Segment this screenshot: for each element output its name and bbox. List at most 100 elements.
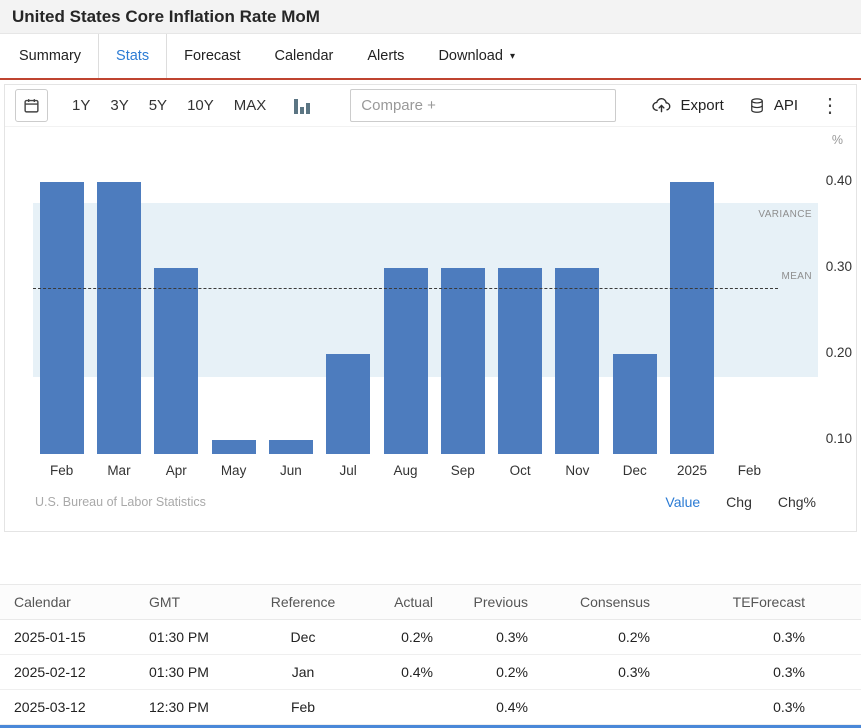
tab-forecast[interactable]: Forecast xyxy=(167,34,257,78)
chart-toolbar: 1Y 3Y 5Y 10Y MAX Export xyxy=(5,85,856,127)
table-cell-consensus: 0.3% xyxy=(536,655,658,690)
table-cell-gmt: 01:30 PM xyxy=(141,655,258,690)
bar-jun[interactable] xyxy=(269,440,313,454)
variance-label: VARIANCE xyxy=(758,209,812,220)
chart-type-button[interactable] xyxy=(290,98,314,114)
tab-stats[interactable]: Stats xyxy=(98,34,167,78)
database-icon xyxy=(748,97,766,115)
bar-2025[interactable] xyxy=(670,182,714,454)
bar-may[interactable] xyxy=(212,440,256,454)
y-tick-label: 0.40 xyxy=(802,173,852,188)
y-tick-label: 0.10 xyxy=(802,431,852,446)
bar-apr[interactable] xyxy=(154,268,198,454)
tab-download-label: Download xyxy=(438,48,503,64)
tab-bar: Summary Stats Forecast Calendar Alerts D… xyxy=(0,34,861,80)
x-tick-label: Apr xyxy=(148,463,205,478)
calendar-table-body: 2025-01-1501:30 PMDec0.2%0.3%0.2%0.3%202… xyxy=(0,620,861,725)
range-button-10y[interactable]: 10Y xyxy=(177,97,224,114)
mean-line xyxy=(33,288,778,289)
api-button[interactable]: API xyxy=(736,97,810,115)
range-button-1y[interactable]: 1Y xyxy=(62,97,100,114)
column-header-teforecast: TEForecast xyxy=(658,585,861,620)
y-tick-label: 0.20 xyxy=(802,345,852,360)
table-cell-consensus: 0.2% xyxy=(536,620,658,655)
x-tick-label: Dec xyxy=(606,463,663,478)
tab-calendar[interactable]: Calendar xyxy=(258,34,351,78)
column-header-reference: Reference xyxy=(258,585,348,620)
x-tick-label: Jul xyxy=(320,463,377,478)
table-cell-teforecast: 0.3% xyxy=(658,690,861,725)
table-cell-reference: Jan xyxy=(258,655,348,690)
x-tick-label: May xyxy=(205,463,262,478)
x-tick-label: Sep xyxy=(434,463,491,478)
calendar-table: CalendarGMTReferenceActualPreviousConsen… xyxy=(0,584,861,725)
bar-oct[interactable] xyxy=(498,268,542,454)
x-tick-label: Mar xyxy=(90,463,147,478)
x-tick-label: Nov xyxy=(549,463,606,478)
cloud-upload-icon xyxy=(651,95,672,116)
chart-source: U.S. Bureau of Labor Statistics xyxy=(35,495,206,509)
column-header-consensus: Consensus xyxy=(536,585,658,620)
table-cell-previous: 0.3% xyxy=(441,620,536,655)
kebab-menu-icon: ⋮ xyxy=(820,95,840,117)
y-axis-unit: % xyxy=(793,133,843,147)
bar-aug[interactable] xyxy=(384,268,428,454)
table-cell-actual: 0.4% xyxy=(348,655,441,690)
chevron-down-icon: ▾ xyxy=(510,51,515,62)
bar-dec[interactable] xyxy=(613,354,657,454)
mode-chg[interactable]: Chg xyxy=(726,494,752,510)
table-cell-previous: 0.4% xyxy=(441,690,536,725)
plot-area xyxy=(33,149,778,454)
x-tick-label: Jun xyxy=(262,463,319,478)
range-button-3y[interactable]: 3Y xyxy=(100,97,138,114)
date-range-picker-button[interactable] xyxy=(15,89,48,122)
chart: % VARIANCE MEAN U.S. Bureau of Labor Sta… xyxy=(5,139,856,523)
table-cell-consensus xyxy=(536,690,658,725)
page-title: United States Core Inflation Rate MoM xyxy=(12,7,320,27)
export-label: Export xyxy=(680,97,723,114)
compare-input[interactable] xyxy=(350,89,616,122)
table-row[interactable]: 2025-02-1201:30 PMJan0.4%0.2%0.3%0.3% xyxy=(0,655,861,690)
table-header-row: CalendarGMTReferenceActualPreviousConsen… xyxy=(0,585,861,620)
bar-feb[interactable] xyxy=(40,182,84,454)
table-cell-gmt: 12:30 PM xyxy=(141,690,258,725)
range-button-max[interactable]: MAX xyxy=(224,97,277,114)
x-tick-label: 2025 xyxy=(663,463,720,478)
table-cell-gmt: 01:30 PM xyxy=(141,620,258,655)
column-header-gmt: GMT xyxy=(141,585,258,620)
table-cell-actual xyxy=(348,690,441,725)
table-row[interactable]: 2025-03-1212:30 PMFeb 0.4% 0.3% xyxy=(0,690,861,725)
more-menu-button[interactable]: ⋮ xyxy=(810,96,846,116)
mode-chg-pct[interactable]: Chg% xyxy=(778,494,816,510)
table-cell-calendar: 2025-03-12 xyxy=(0,690,141,725)
export-button[interactable]: Export xyxy=(639,95,735,116)
bar-chart-icon xyxy=(294,99,310,114)
table-cell-reference: Feb xyxy=(258,690,348,725)
mode-value[interactable]: Value xyxy=(665,494,700,510)
table-cell-previous: 0.2% xyxy=(441,655,536,690)
bar-nov[interactable] xyxy=(555,268,599,454)
x-tick-label: Aug xyxy=(377,463,434,478)
column-header-calendar: Calendar xyxy=(0,585,141,620)
x-tick-label: Feb xyxy=(721,463,778,478)
tab-summary[interactable]: Summary xyxy=(2,34,98,78)
chart-panel: 1Y 3Y 5Y 10Y MAX Export xyxy=(4,84,857,532)
tab-alerts[interactable]: Alerts xyxy=(350,34,421,78)
table-cell-actual: 0.2% xyxy=(348,620,441,655)
table-cell-teforecast: 0.3% xyxy=(658,655,861,690)
column-header-actual: Actual xyxy=(348,585,441,620)
table-cell-reference: Dec xyxy=(258,620,348,655)
api-label: API xyxy=(774,97,798,114)
range-button-5y[interactable]: 5Y xyxy=(139,97,177,114)
table-cell-teforecast: 0.3% xyxy=(658,620,861,655)
bar-sep[interactable] xyxy=(441,268,485,454)
table-cell-calendar: 2025-01-15 xyxy=(0,620,141,655)
column-header-previous: Previous xyxy=(441,585,536,620)
table-row[interactable]: 2025-01-1501:30 PMDec0.2%0.3%0.2%0.3% xyxy=(0,620,861,655)
x-tick-label: Oct xyxy=(491,463,548,478)
page-header: United States Core Inflation Rate MoM xyxy=(0,0,861,34)
bar-mar[interactable] xyxy=(97,182,141,454)
bar-jul[interactable] xyxy=(326,354,370,454)
calendar-icon xyxy=(23,97,40,114)
tab-download[interactable]: Download ▾ xyxy=(421,34,532,78)
